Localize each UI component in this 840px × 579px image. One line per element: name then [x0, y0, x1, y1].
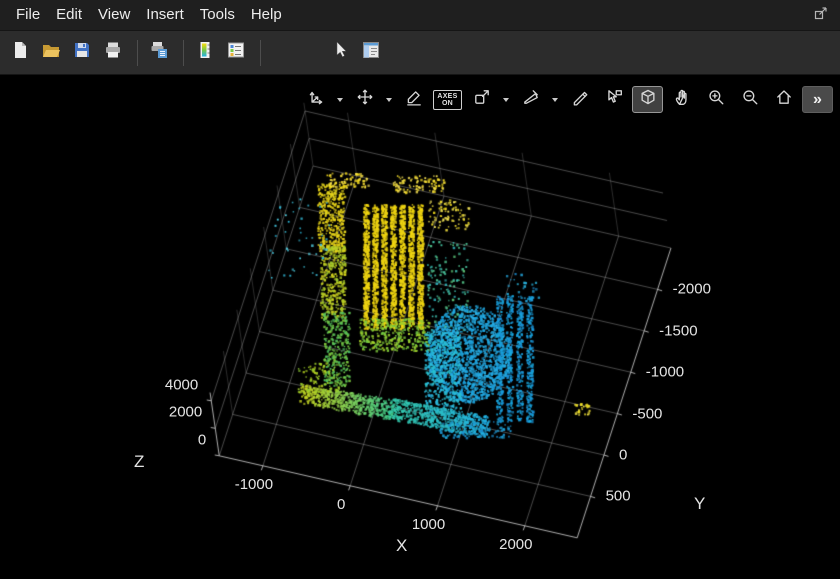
save-figure-button[interactable] [68, 39, 96, 67]
restore-view-button[interactable] [768, 86, 799, 113]
caret-down-icon [503, 98, 509, 102]
open-folder-icon [41, 40, 61, 65]
menu-insert[interactable]: Insert [138, 0, 192, 30]
colormap-icon [522, 88, 540, 111]
new-document-icon [10, 40, 30, 65]
zoom-in-button[interactable] [700, 86, 731, 113]
rotate-icon [639, 88, 657, 111]
rotate3d-axes-caret-button[interactable] [334, 86, 346, 113]
property-inspector-icon [361, 40, 381, 65]
pan-arrows-button[interactable] [349, 86, 380, 113]
datatip-icon [605, 88, 623, 111]
insert-colorbar-icon [195, 40, 215, 65]
x-tick-label: 1000 [412, 516, 445, 533]
more-tools-button[interactable]: » [802, 86, 833, 113]
y-tick-label: -2000 [673, 281, 711, 298]
x-tick-label: 2000 [499, 536, 532, 553]
pan-hand-icon [673, 88, 691, 111]
menu-tools[interactable]: Tools [192, 0, 243, 30]
rotate3d-axes-icon [307, 88, 325, 111]
edit-plot-button[interactable] [326, 39, 354, 67]
background-color-icon [405, 88, 423, 111]
plot-area: -1000 0 1000 2000 500 0 -500 -1000 -1500 -2000 0 20… [0, 75, 840, 579]
menu-edit[interactable]: Edit [48, 0, 90, 30]
z-tick-label: 4000 [165, 376, 198, 393]
pan-hand-button[interactable] [666, 86, 697, 113]
edit-plot-arrow-icon [330, 40, 350, 65]
rotate-button[interactable] [632, 86, 663, 113]
datatip-button[interactable] [598, 86, 629, 113]
dock-figure-button[interactable] [810, 4, 832, 26]
axes-toolbar: AXESON » [300, 86, 833, 113]
y-tick-label: -500 [632, 405, 662, 422]
menu-view[interactable]: View [90, 0, 138, 30]
brush-button[interactable] [564, 86, 595, 113]
new-figure-button[interactable] [6, 39, 34, 67]
z-axis-label: Z [134, 452, 144, 472]
toolbar-separator [183, 40, 184, 66]
caret-down-icon [552, 98, 558, 102]
insert-legend-button[interactable] [222, 39, 250, 67]
open-file-button[interactable] [37, 39, 65, 67]
pan-arrows-icon [356, 88, 374, 111]
colormap-caret-button[interactable] [549, 86, 561, 113]
caret-down-icon [386, 98, 392, 102]
y-axis-label: Y [694, 494, 705, 514]
brush-icon [571, 88, 589, 111]
projection-icon [473, 88, 491, 111]
pan-arrows-caret-button[interactable] [383, 86, 395, 113]
printer-icon [103, 40, 123, 65]
colormap-button[interactable] [515, 86, 546, 113]
zoom-out-icon [741, 88, 759, 111]
zoom-in-icon [707, 88, 725, 111]
insert-colorbar-button[interactable] [191, 39, 219, 67]
zoom-out-button[interactable] [734, 86, 765, 113]
x-tick-label: -1000 [235, 476, 273, 493]
toolbar-separator [137, 40, 138, 66]
insert-legend-icon [226, 40, 246, 65]
menu-file[interactable]: File [8, 0, 48, 30]
x-axis-label: X [396, 536, 407, 556]
y-tick-label: -1500 [659, 322, 697, 339]
menu-bar: File Edit View Insert Tools Help [0, 0, 840, 30]
axes-on-badge: AXESON [433, 90, 461, 110]
figure-toolbar [0, 30, 840, 75]
save-floppy-icon [72, 40, 92, 65]
z-tick-label: 0 [198, 431, 206, 448]
projection-button[interactable] [466, 86, 497, 113]
caret-down-icon [337, 98, 343, 102]
menu-help[interactable]: Help [243, 0, 290, 30]
restore-view-icon [775, 88, 793, 111]
x-tick-label: 0 [337, 496, 345, 513]
property-inspector-button[interactable] [357, 39, 385, 67]
print-figure-button[interactable] [99, 39, 127, 67]
y-tick-label: -1000 [646, 364, 684, 381]
y-tick-label: 0 [619, 447, 627, 464]
matlab-figure-window: { "menubar": { "items": ["File", "Edit",… [0, 0, 840, 579]
more-tools-icon: » [813, 92, 822, 108]
print-preview-icon [149, 40, 169, 65]
toolbar-separator [260, 40, 261, 66]
axes-visibility-toggle-button[interactable]: AXESON [432, 86, 463, 113]
print-preview-button[interactable] [145, 39, 173, 67]
projection-caret-button[interactable] [500, 86, 512, 113]
background-color-button[interactable] [398, 86, 429, 113]
point-cloud-canvas[interactable] [0, 75, 840, 579]
rotate3d-axes-button[interactable] [300, 86, 331, 113]
y-tick-label: 500 [606, 488, 631, 505]
dock-figure-icon [813, 5, 829, 26]
z-tick-label: 2000 [169, 404, 202, 421]
